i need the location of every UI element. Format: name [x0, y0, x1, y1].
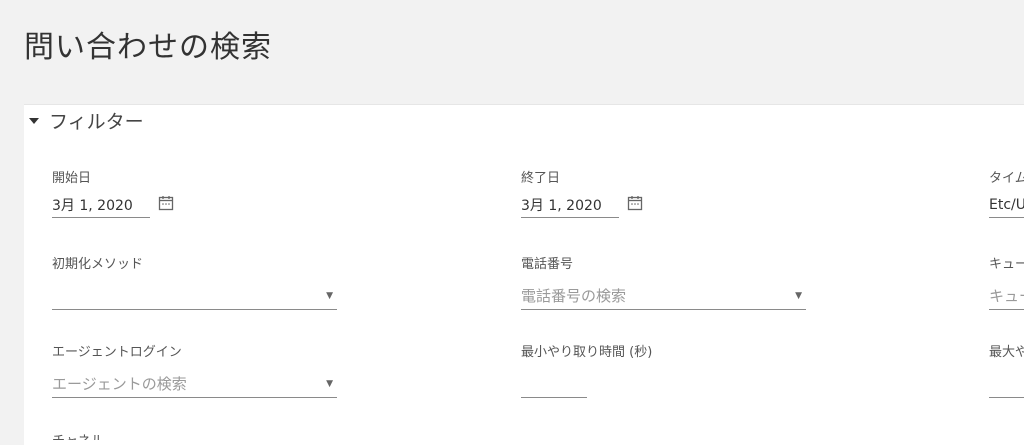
phone-number-select[interactable]: 電話番号の検索 ▼	[521, 282, 806, 310]
min-interaction-time-input[interactable]	[521, 370, 587, 398]
min-interaction-time-field: 最小やり取り時間 (秒)	[521, 341, 653, 398]
caret-down-icon	[29, 117, 39, 124]
max-interaction-time-input[interactable]	[989, 370, 1024, 398]
queue-select[interactable]: キュー	[989, 282, 1024, 310]
calendar-icon[interactable]	[158, 195, 174, 211]
dropdown-arrow-icon: ▼	[326, 290, 333, 301]
end-date-input[interactable]: 3月 1, 2020	[521, 195, 619, 218]
max-interaction-time-field: 最大や	[989, 341, 1024, 398]
queue-placeholder: キュー	[989, 287, 1024, 305]
phone-number-field: 電話番号 電話番号の検索 ▼	[521, 253, 806, 310]
calendar-icon[interactable]	[627, 195, 643, 211]
queue-field: キュー キュー	[989, 253, 1024, 310]
init-method-field: 初期化メソッド ▼	[52, 253, 337, 310]
min-interaction-time-label: 最小やり取り時間 (秒)	[521, 345, 653, 360]
agent-login-select[interactable]: エージェントの検索 ▼	[52, 370, 337, 398]
agent-login-placeholder: エージェントの検索	[52, 375, 187, 393]
max-interaction-time-label: 最大や	[989, 345, 1024, 360]
page-title: 問い合わせの検索	[24, 30, 272, 65]
init-method-select[interactable]: ▼	[52, 282, 337, 310]
channel-label: チャネル	[52, 430, 104, 440]
filter-panel: フィルター 開始日 3月 1, 2020 終了日 3月 1, 2020 タイム …	[24, 104, 1024, 445]
agent-login-field: エージェントログイン エージェントの検索 ▼	[52, 341, 337, 398]
filter-toggle[interactable]: フィルター	[29, 107, 144, 134]
start-date-label: 開始日	[52, 171, 92, 186]
timezone-label: タイム	[989, 171, 1024, 186]
timezone-field: タイム Etc/U	[989, 167, 1024, 218]
start-date-field: 開始日 3月 1, 2020	[52, 167, 174, 218]
queue-label: キュー	[989, 257, 1024, 272]
dropdown-arrow-icon: ▼	[326, 378, 333, 389]
phone-number-label: 電話番号	[521, 257, 574, 272]
start-date-input[interactable]: 3月 1, 2020	[52, 195, 150, 218]
filter-header-label: フィルター	[49, 111, 144, 133]
end-date-label: 終了日	[521, 171, 561, 186]
end-date-field: 終了日 3月 1, 2020	[521, 167, 643, 218]
timezone-select[interactable]: Etc/U	[989, 192, 1024, 218]
agent-login-label: エージェントログイン	[52, 345, 182, 360]
dropdown-arrow-icon: ▼	[795, 290, 802, 301]
phone-number-placeholder: 電話番号の検索	[521, 287, 627, 305]
init-method-label: 初期化メソッド	[52, 257, 144, 272]
